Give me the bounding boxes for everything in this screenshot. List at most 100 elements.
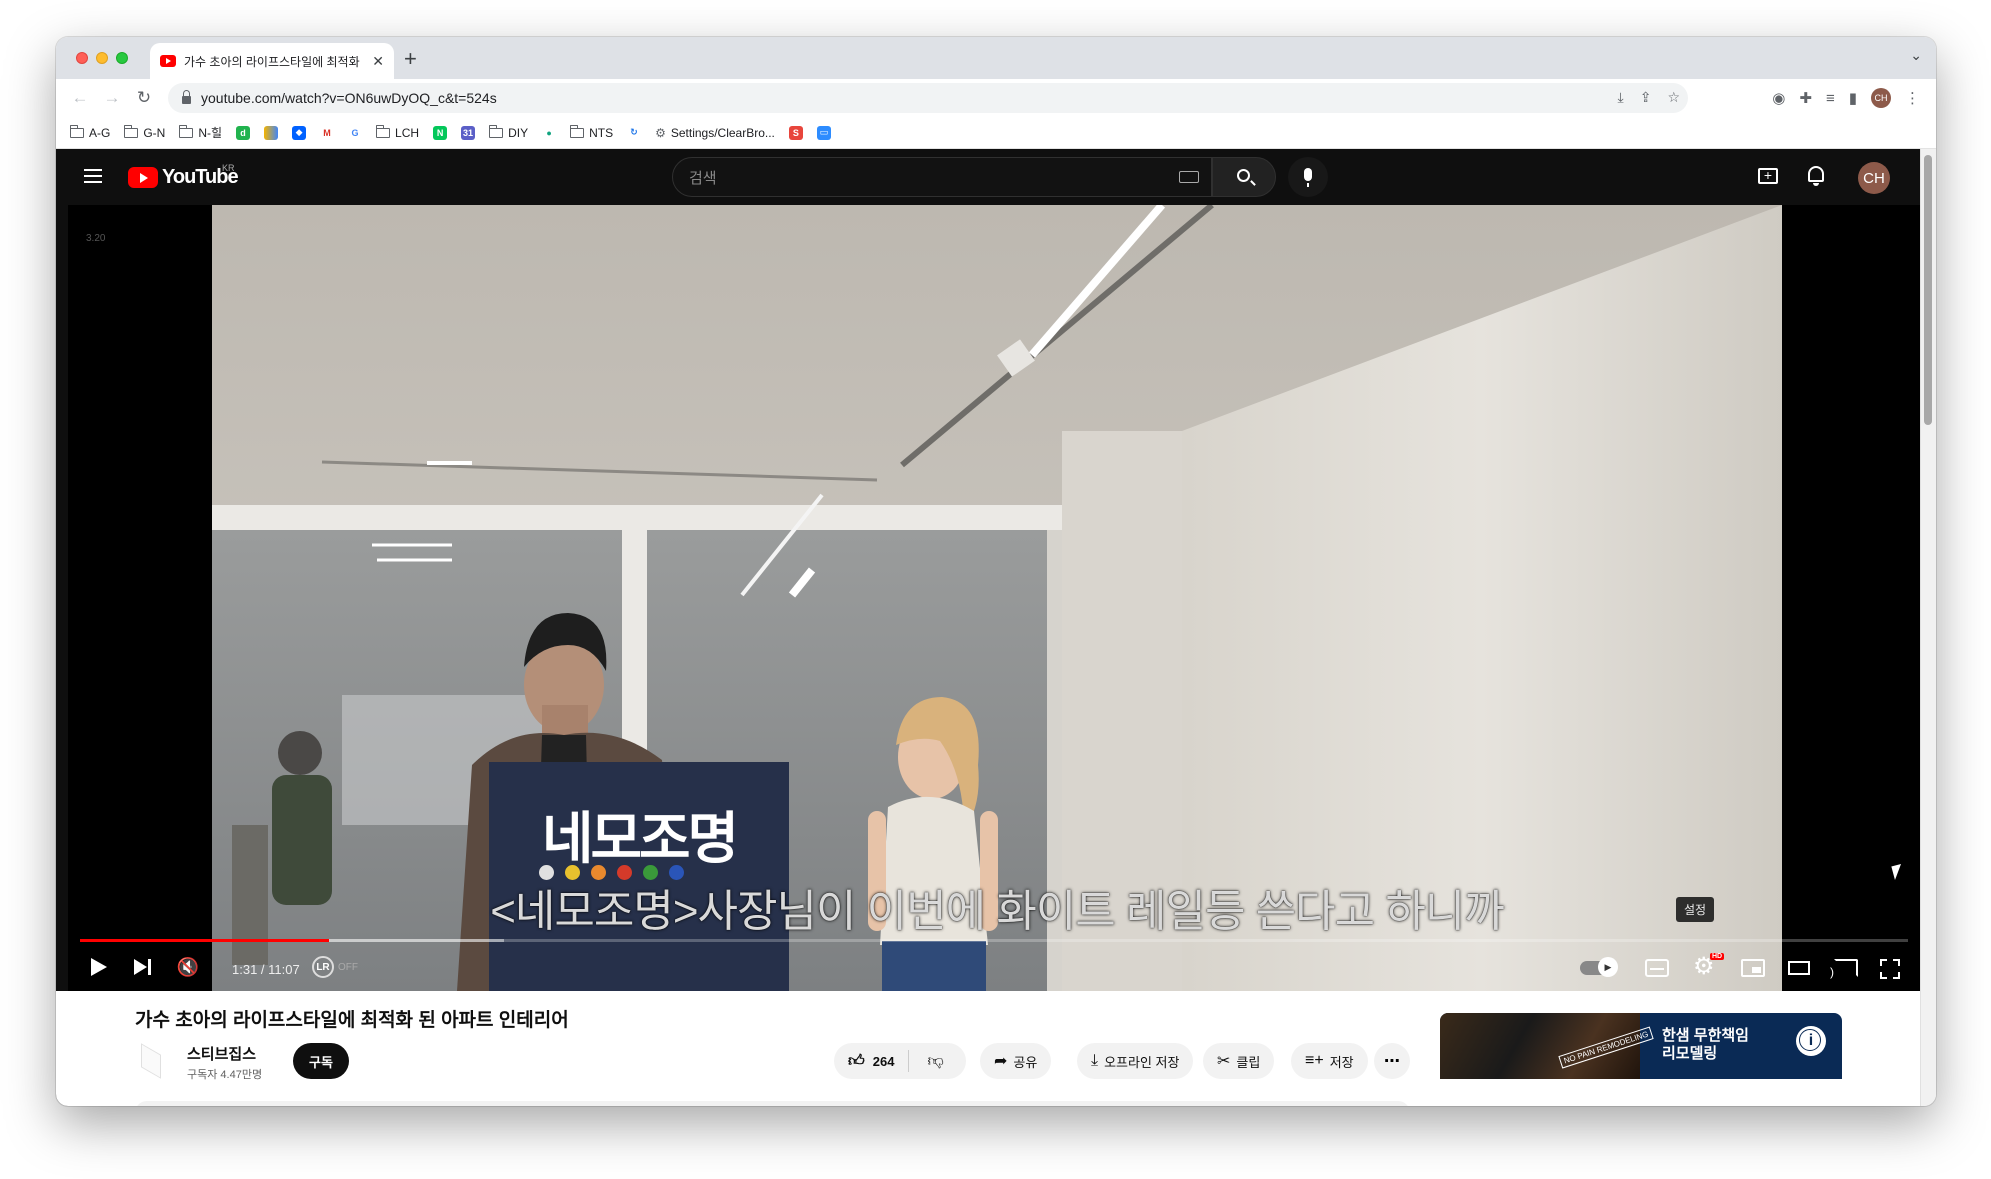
profile-avatar[interactable]: CH <box>1871 88 1891 108</box>
video-frame[interactable]: 네모조명 <네모조명>사장님이 이번에 화이트 레일등 쓴다고 하니까 <box>212 205 1782 991</box>
channel-name[interactable]: 스티브집스 <box>187 1043 256 1064</box>
ad-banner[interactable]: NO PAIN REMODELING 한샘 무한책임 리모델링 i <box>1440 1013 1842 1079</box>
lr-state-label: OFF <box>338 962 358 973</box>
like-button[interactable]: 👍︎ 264 <box>834 1050 910 1072</box>
country-code: KR <box>222 163 235 173</box>
tab-close-icon[interactable]: ✕ <box>372 53 384 70</box>
bookmark-ssg-icon[interactable]: S <box>788 125 803 140</box>
bookmarks-bar: A-G G-N N-힐 d ◆ M G LCH N 31 DIY ● NTS ↻… <box>56 117 1936 149</box>
hamburger-menu-icon[interactable] <box>84 169 102 183</box>
calendar-icon[interactable]: 31 <box>461 125 476 140</box>
next-video-icon[interactable] <box>128 953 156 981</box>
create-video-icon[interactable]: + <box>1758 168 1778 184</box>
video-title: 가수 초아의 라이프스타일에 최적화 된 아파트 인테리어 <box>135 1010 569 1031</box>
bookmark-folder[interactable]: N-힐 <box>178 124 222 141</box>
playlist-add-icon: ≡+ <box>1305 1052 1324 1069</box>
tab-strip: 가수 초아의 라이프스타일에 최적화 ✕ + ⌄ <box>56 37 1936 79</box>
time-display: 1:31 / 11:07 <box>232 962 300 977</box>
share-button[interactable]: ➦ 공유 <box>980 1043 1052 1079</box>
address-bar[interactable]: youtube.com/watch?v=ON6uwDyOQ_c&t=524s ⤓… <box>168 83 1688 113</box>
media-control-icon[interactable]: ≡ <box>1826 90 1835 107</box>
video-player[interactable]: 3.20 네모조명 <네모조명>사장님이 이번에 화이트 레일등 쓴다고 하니까… <box>68 205 1920 991</box>
lr-extension-icon[interactable]: LR <box>312 956 334 978</box>
back-arrow-icon[interactable]: ← <box>64 88 96 108</box>
thumbs-up-icon: 👍︎ <box>848 1052 865 1070</box>
cast-icon[interactable] <box>1830 959 1858 979</box>
microphone-icon <box>1304 168 1312 187</box>
autoplay-toggle[interactable] <box>1580 957 1618 977</box>
bookmark-star-icon[interactable]: ☆ <box>1667 89 1680 106</box>
minimize-window-button[interactable] <box>96 52 108 64</box>
bookmark-settings[interactable]: ⚙ Settings/ClearBro... <box>655 126 775 140</box>
search-placeholder: 검색 <box>689 169 717 187</box>
youtube-page: YouTube KR 검색 + CH 3.20 네모조명 <네모조명>사장님이 … <box>56 149 1920 1106</box>
url-text: youtube.com/watch?v=ON6uwDyOQ_c&t=524s <box>201 90 497 106</box>
account-avatar[interactable]: CH <box>1858 162 1890 194</box>
voice-search-button[interactable] <box>1288 157 1328 197</box>
search-button[interactable] <box>1212 157 1276 197</box>
keyboard-icon[interactable] <box>1179 171 1199 183</box>
save-button[interactable]: ≡+ 저장 <box>1291 1043 1368 1079</box>
youtube-masthead: YouTube KR 검색 + CH <box>56 149 1920 205</box>
bookmark-folder[interactable]: NTS <box>569 124 613 140</box>
scrollbar-thumb[interactable] <box>1924 155 1932 425</box>
hd-badge: HD <box>1710 953 1725 960</box>
camera-extension-icon[interactable]: ◉ <box>1772 89 1785 107</box>
close-window-button[interactable] <box>76 52 88 64</box>
new-tab-button[interactable]: + <box>404 46 417 72</box>
zoom-icon[interactable]: ▭ <box>816 125 831 140</box>
subscribe-button[interactable]: 구독 <box>293 1043 349 1079</box>
bookmark-d-icon[interactable]: d <box>236 125 251 140</box>
subtitles-icon[interactable] <box>1645 959 1669 977</box>
zoom-window-button[interactable] <box>116 52 128 64</box>
browser-menu-icon[interactable]: ⋮ <box>1905 89 1920 107</box>
dropbox-icon[interactable]: ◆ <box>292 125 307 140</box>
folder-icon <box>488 124 504 138</box>
side-panel-icon[interactable]: ▮ <box>1849 89 1857 107</box>
play-icon[interactable] <box>84 953 112 981</box>
clip-button[interactable]: ✂ 클립 <box>1203 1043 1275 1079</box>
video-scene-illustration <box>212 205 1782 991</box>
download-button[interactable]: ⤓ 오프라인 저장 <box>1077 1043 1194 1079</box>
bookmark-folder[interactable]: G-N <box>123 124 165 140</box>
notifications-bell-icon[interactable] <box>1808 166 1824 186</box>
bookmark-app-icon[interactable] <box>264 125 279 140</box>
folder-icon <box>569 124 585 138</box>
bookmark-arrow-icon[interactable]: ↻ <box>627 125 642 140</box>
folder-icon <box>69 124 84 138</box>
install-app-icon[interactable]: ⤓ <box>1618 89 1624 106</box>
mouse-cursor-icon <box>1891 863 1905 881</box>
youtube-play-logo-icon <box>128 167 158 188</box>
youtube-favicon-icon <box>160 55 176 67</box>
settings-tooltip: 설정 <box>1676 897 1715 922</box>
description-box[interactable] <box>135 1101 1410 1106</box>
bookmark-folder[interactable]: LCH <box>375 124 419 140</box>
bookmark-leaf-icon[interactable]: ● <box>542 125 557 140</box>
bookmark-folder[interactable]: DIY <box>488 124 528 140</box>
search-input[interactable]: 검색 <box>672 157 1212 197</box>
forward-arrow-icon[interactable]: → <box>96 88 128 108</box>
gmail-icon[interactable]: M <box>320 125 335 140</box>
dislike-button[interactable]: 👎︎ <box>915 1052 955 1071</box>
like-dislike-group: 👍︎ 264 👎︎ <box>834 1043 966 1079</box>
share-icon[interactable]: ⇪ <box>1640 89 1652 106</box>
google-icon[interactable]: G <box>348 125 363 140</box>
share-arrow-icon: ➦ <box>994 1053 1008 1070</box>
fullscreen-icon[interactable] <box>1880 959 1900 979</box>
bookmark-folder[interactable]: A-G <box>69 124 110 140</box>
muted-volume-icon[interactable]: 🔇 <box>174 953 202 981</box>
progress-bar[interactable] <box>80 939 1908 942</box>
ad-info-icon[interactable]: i <box>1796 1026 1826 1056</box>
tab-search-chevron-icon[interactable]: ⌄ <box>1910 47 1922 64</box>
tab-title: 가수 초아의 라이프스타일에 최적화 <box>184 54 360 69</box>
theater-mode-icon[interactable] <box>1788 961 1810 975</box>
channel-avatar[interactable] <box>141 1043 161 1079</box>
miniplayer-icon[interactable] <box>1741 959 1765 977</box>
naver-icon[interactable]: N <box>433 125 448 140</box>
extensions-puzzle-icon[interactable]: ✚ <box>1799 89 1812 107</box>
reload-icon[interactable]: ↻ <box>128 88 160 108</box>
scissors-icon: ✂ <box>1217 1053 1231 1070</box>
more-actions-button[interactable]: ⋯ <box>1374 1043 1410 1079</box>
browser-tab-youtube[interactable]: 가수 초아의 라이프스타일에 최적화 ✕ <box>150 43 394 79</box>
player-side-label: 3.20 <box>86 233 106 244</box>
